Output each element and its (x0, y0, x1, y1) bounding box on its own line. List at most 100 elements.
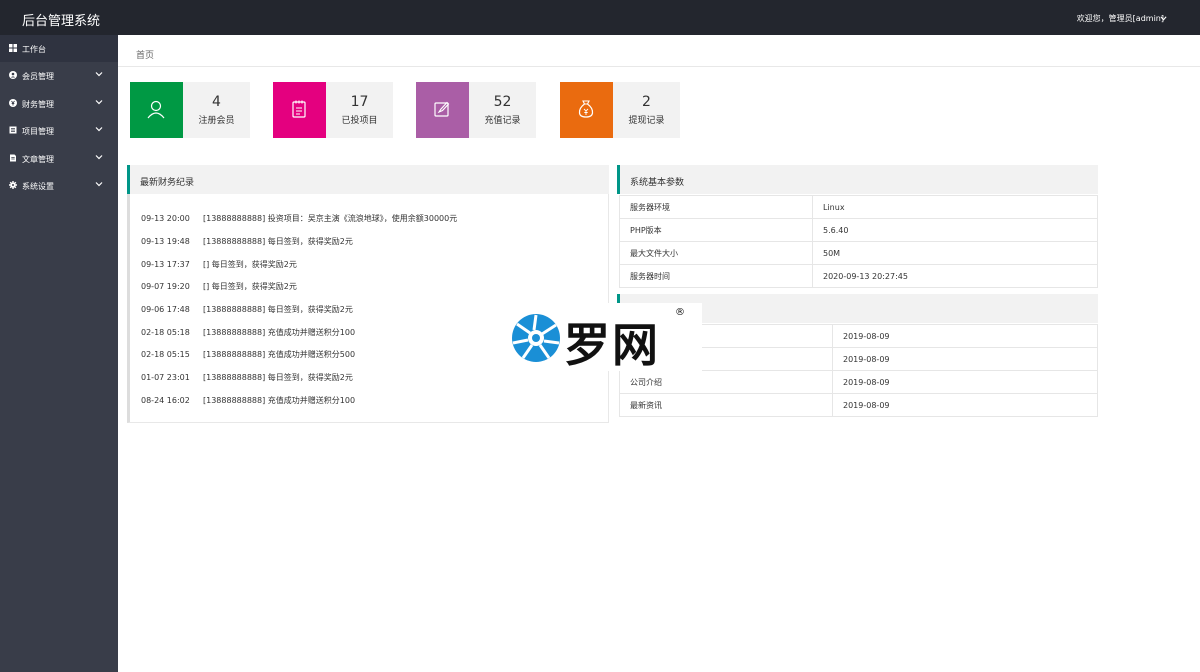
finance-record: 09-07 19:20 [] 每日签到，获得奖励2元 (141, 281, 297, 292)
sidebar-item-label: 文章管理 (22, 155, 54, 164)
stat-value: 4 (212, 94, 221, 110)
record-time: 09-13 20:00 (141, 214, 190, 223)
sidebar-item-articles[interactable]: 文章管理 (0, 145, 118, 172)
sidebar: 工作台 会员管理 财务管理 项目管理 文章管理 系统设置 (0, 35, 118, 672)
finance-record: 09-06 17:48 [13888888888] 每日签到，获得奖励2元 (141, 304, 353, 315)
stat-value: 17 (350, 94, 369, 110)
table-row: 服务器时间 2020-09-13 20:27:45 (619, 264, 1098, 288)
param-value: 5.6.40 (812, 218, 1098, 242)
record-time: 01-07 23:01 (141, 373, 190, 382)
param-key: PHP版本 (619, 218, 813, 242)
sidebar-item-label: 系统设置 (22, 182, 54, 191)
record-text: [13888888888] 投资项目：吴京主演《流浪地球》，使用余额30000元 (203, 214, 458, 223)
top-header: 后台管理系统 欢迎您，管理员[admin] (0, 0, 1200, 35)
record-time: 09-13 19:48 (141, 237, 190, 246)
user-menu[interactable]: 欢迎您，管理员[admin] (1077, 13, 1164, 24)
chevron-down-icon (95, 127, 103, 132)
registered-mark: ® (675, 307, 685, 318)
stat-icon-box (560, 82, 613, 138)
sidebar-item-label: 财务管理 (22, 100, 54, 109)
record-time: 02-18 05:18 (141, 328, 190, 337)
page-date: 2019-08-09 (832, 370, 1098, 394)
finance-record: 09-13 20:00 [13888888888] 投资项目：吴京主演《流浪地球》… (141, 213, 457, 224)
table-row: PHP版本 5.6.40 (619, 218, 1098, 242)
table-row: 公司介绍 2019-08-09 (619, 370, 1098, 394)
record-text: [13888888888] 充值成功并赠送积分100 (203, 396, 356, 405)
finance-record: 09-13 17:37 [] 每日签到，获得奖励2元 (141, 259, 297, 270)
page-date: 2019-08-09 (832, 324, 1098, 348)
finance-record: 02-18 05:15 [13888888888] 充值成功并赠送积分500 (141, 349, 355, 360)
sidebar-item-finance[interactable]: 财务管理 (0, 90, 118, 117)
chevron-down-icon (95, 182, 103, 187)
param-key: 服务器环境 (619, 195, 813, 219)
param-value: 2020-09-13 20:27:45 (812, 264, 1098, 288)
page-date: 2019-08-09 (832, 347, 1098, 371)
record-text: [] 每日签到，获得奖励2元 (203, 260, 297, 269)
stat-value: 2 (642, 94, 651, 110)
logo-text: 罗网 (564, 318, 660, 372)
record-time: 09-13 17:37 (141, 260, 190, 269)
param-value: Linux (812, 195, 1098, 219)
stat-icon-box (416, 82, 469, 138)
stat-card-projects[interactable]: 17 已投项目 (273, 82, 393, 138)
chevron-down-icon[interactable] (1160, 15, 1167, 22)
sidebar-item-settings[interactable]: 系统设置 (0, 172, 118, 199)
stat-card-recharge[interactable]: 52 充值记录 (416, 82, 536, 138)
page-date: 2019-08-09 (832, 393, 1098, 417)
stat-label: 提现记录 (628, 116, 665, 126)
watermark-logo: 罗网 ® (500, 303, 702, 372)
system-panel-title: 系统基本参数 (630, 178, 685, 188)
sidebar-item-dashboard[interactable]: 工作台 (0, 35, 118, 62)
table-row: 最大文件大小 50M (619, 241, 1098, 265)
stat-value: 52 (493, 94, 512, 110)
record-text: [13888888888] 充值成功并赠送积分100 (203, 328, 356, 337)
dashboard-icon (9, 44, 17, 52)
finance-record: 02-18 05:18 [13888888888] 充值成功并赠送积分100 (141, 327, 355, 338)
finance-record: 01-07 23:01 [13888888888] 每日签到，获得奖励2元 (141, 372, 353, 383)
record-text: [13888888888] 每日签到，获得奖励2元 (203, 373, 353, 382)
stat-icon-box (130, 82, 183, 138)
table-row: 服务器环境 Linux (619, 195, 1098, 219)
stat-label: 已投项目 (341, 116, 378, 126)
system-params-table: 服务器环境 Linux PHP版本 5.6.40 最大文件大小 50M 服务器时间 20… (619, 195, 1098, 288)
record-time: 02-18 05:15 (141, 350, 190, 359)
money-bag-icon (578, 100, 594, 118)
finance-record: 08-24 16:02 [13888888888] 充值成功并赠送积分100 (141, 395, 355, 406)
app-title: 后台管理系统 (22, 14, 101, 29)
record-text: [13888888888] 充值成功并赠送积分500 (203, 350, 356, 359)
record-time: 09-07 19:20 (141, 282, 190, 291)
chevron-down-icon (95, 155, 103, 160)
edit-icon (434, 101, 450, 117)
logo-globe-icon (512, 314, 560, 362)
record-time: 08-24 16:02 (141, 396, 190, 405)
record-text: [] 每日签到，获得奖励2元 (203, 282, 297, 291)
record-time: 09-06 17:48 (141, 305, 190, 314)
users-icon (9, 71, 17, 79)
param-key: 最大文件大小 (619, 241, 813, 265)
stat-card-members[interactable]: 4 注册会员 (130, 82, 250, 138)
param-value: 50M (812, 241, 1098, 265)
stat-icon-box (273, 82, 326, 138)
breadcrumb-home[interactable]: 首页 (136, 48, 154, 61)
sidebar-item-projects[interactable]: 项目管理 (0, 117, 118, 144)
sidebar-item-members[interactable]: 会员管理 (0, 62, 118, 89)
stat-label: 充值记录 (484, 116, 521, 126)
notepad-icon (292, 100, 306, 118)
sidebar-item-label: 项目管理 (22, 127, 54, 136)
page-name: 最新资讯 (619, 393, 833, 417)
record-text: [13888888888] 每日签到，获得奖励2元 (203, 305, 353, 314)
stat-label: 注册会员 (198, 116, 235, 126)
finance-panel-title: 最新财务纪录 (140, 178, 195, 188)
finance-record: 09-13 19:48 [13888888888] 每日签到，获得奖励2元 (141, 236, 353, 247)
system-panel-header: 系统基本参数 (617, 165, 1098, 194)
table-row: 最新资讯 2019-08-09 (619, 393, 1098, 417)
document-icon (10, 154, 16, 162)
chevron-down-icon (95, 72, 103, 77)
list-icon (9, 126, 17, 134)
param-key: 服务器时间 (619, 264, 813, 288)
finance-panel (127, 165, 609, 423)
user-icon (147, 100, 165, 119)
stat-card-withdraw[interactable]: 2 提现记录 (560, 82, 680, 138)
chevron-down-icon (95, 100, 103, 105)
money-icon (9, 99, 17, 107)
